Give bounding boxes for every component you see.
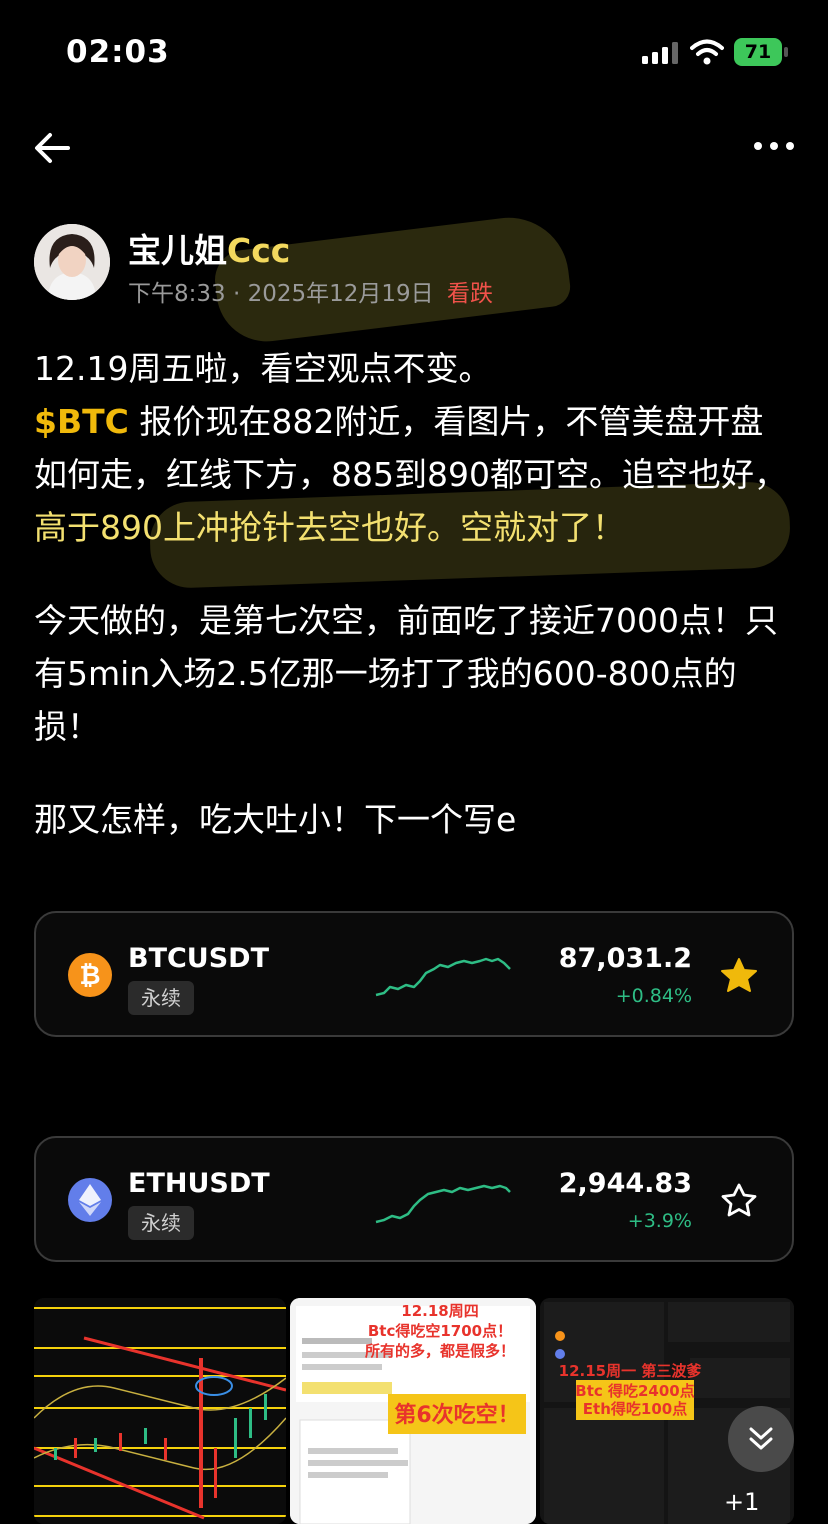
coin-price: 87,031.2 [558,943,692,974]
battery-indicator: 71 [734,38,788,66]
ticker-link[interactable]: $BTC [34,402,129,441]
top-nav [0,110,828,182]
wifi-icon [690,39,724,65]
coin-symbol: BTCUSDT [128,943,270,974]
scroll-down-button[interactable] [728,1406,794,1472]
gallery-image-post-screenshot[interactable]: 12.18周四 Btc得吃空1700点！ 所有的多，都是假多！ 第6次吃空！ [290,1298,536,1524]
post-body: 12.19周五啦，看空观点不变。 $BTC 报价现在882附近，看图片，不管美盘… [34,342,794,846]
more-dots-icon[interactable] [752,136,796,156]
post-paragraph-2: 今天做的，是第七次空，前面吃了接近7000点！只有5min入场2.5亿那一场打了… [34,601,778,746]
star-filled-icon[interactable] [720,957,758,995]
gallery-image-chart[interactable] [34,1298,286,1524]
chevron-double-down-icon [749,1427,773,1450]
post-date: 2025年12月19日 [247,281,434,307]
image-gallery: 12.18周四 Btc得吃空1700点！ 所有的多，都是假多！ 第6次吃空！ 1… [34,1298,794,1524]
post-line-1: 12.19周五啦，看空观点不变。 [34,349,492,388]
contract-tag: 永续 [128,981,194,1015]
author-name[interactable]: 宝儿姐Ccc [128,224,290,272]
star-outline-icon[interactable] [720,1182,758,1220]
sparkline-chart [375,1184,511,1224]
status-time: 02:03 [66,34,170,70]
arrow-left-icon[interactable] [30,128,74,168]
author-header: 宝儿姐Ccc 下午8:33 · 2025年12月19日 看跌 [34,224,794,308]
price-change: +3.9% [627,1210,692,1232]
post-meta: 下午8:33 · 2025年12月19日 看跌 [128,281,493,307]
coin-price: 2,944.83 [558,1168,692,1199]
sparkline-chart [375,957,511,997]
price-change: +0.84% [615,985,692,1007]
coin-symbol: ETHUSDT [128,1168,270,1199]
avatar[interactable] [34,224,110,300]
status-bar: 02:03 71 [0,0,828,100]
post-paragraph-3: 那又怎样，吃大吐小！下一个写e [34,800,517,839]
post-time: 下午8:33 [128,281,226,307]
thumb-caption: Eth得吃100点 [583,1400,687,1418]
thumb-caption: 12.18周四 [401,1302,478,1320]
thumb-caption: Btc 得吃2400点 [575,1382,694,1400]
battery-level: 71 [744,41,772,63]
thumb-caption: 12.15周一 第三波爹 [559,1362,703,1380]
thumb-caption: 所有的多，都是假多！ [365,1342,515,1360]
post-paragraph-1: $BTC 报价现在882附近，看图片，不管美盘开盘如何走，红线下方，885到89… [34,402,787,547]
bitcoin-icon: ₿ [68,953,112,997]
thumb-badge: 第6次吃空！ [394,1402,519,1428]
sentiment-badge: 看跌 [446,281,493,307]
thumb-caption: Btc得吃空1700点！ [368,1322,512,1340]
cellular-signal-icon [642,42,678,64]
ticker-card-btc[interactable]: ₿ BTCUSDT 永续 87,031.2 +0.84% [34,911,794,1037]
more-images-count[interactable]: +1 [724,1488,759,1516]
contract-tag: 永续 [128,1206,194,1240]
ticker-card-eth[interactable]: ETHUSDT 永续 2,944.83 +3.9% [34,1136,794,1262]
ethereum-icon [68,1178,112,1222]
